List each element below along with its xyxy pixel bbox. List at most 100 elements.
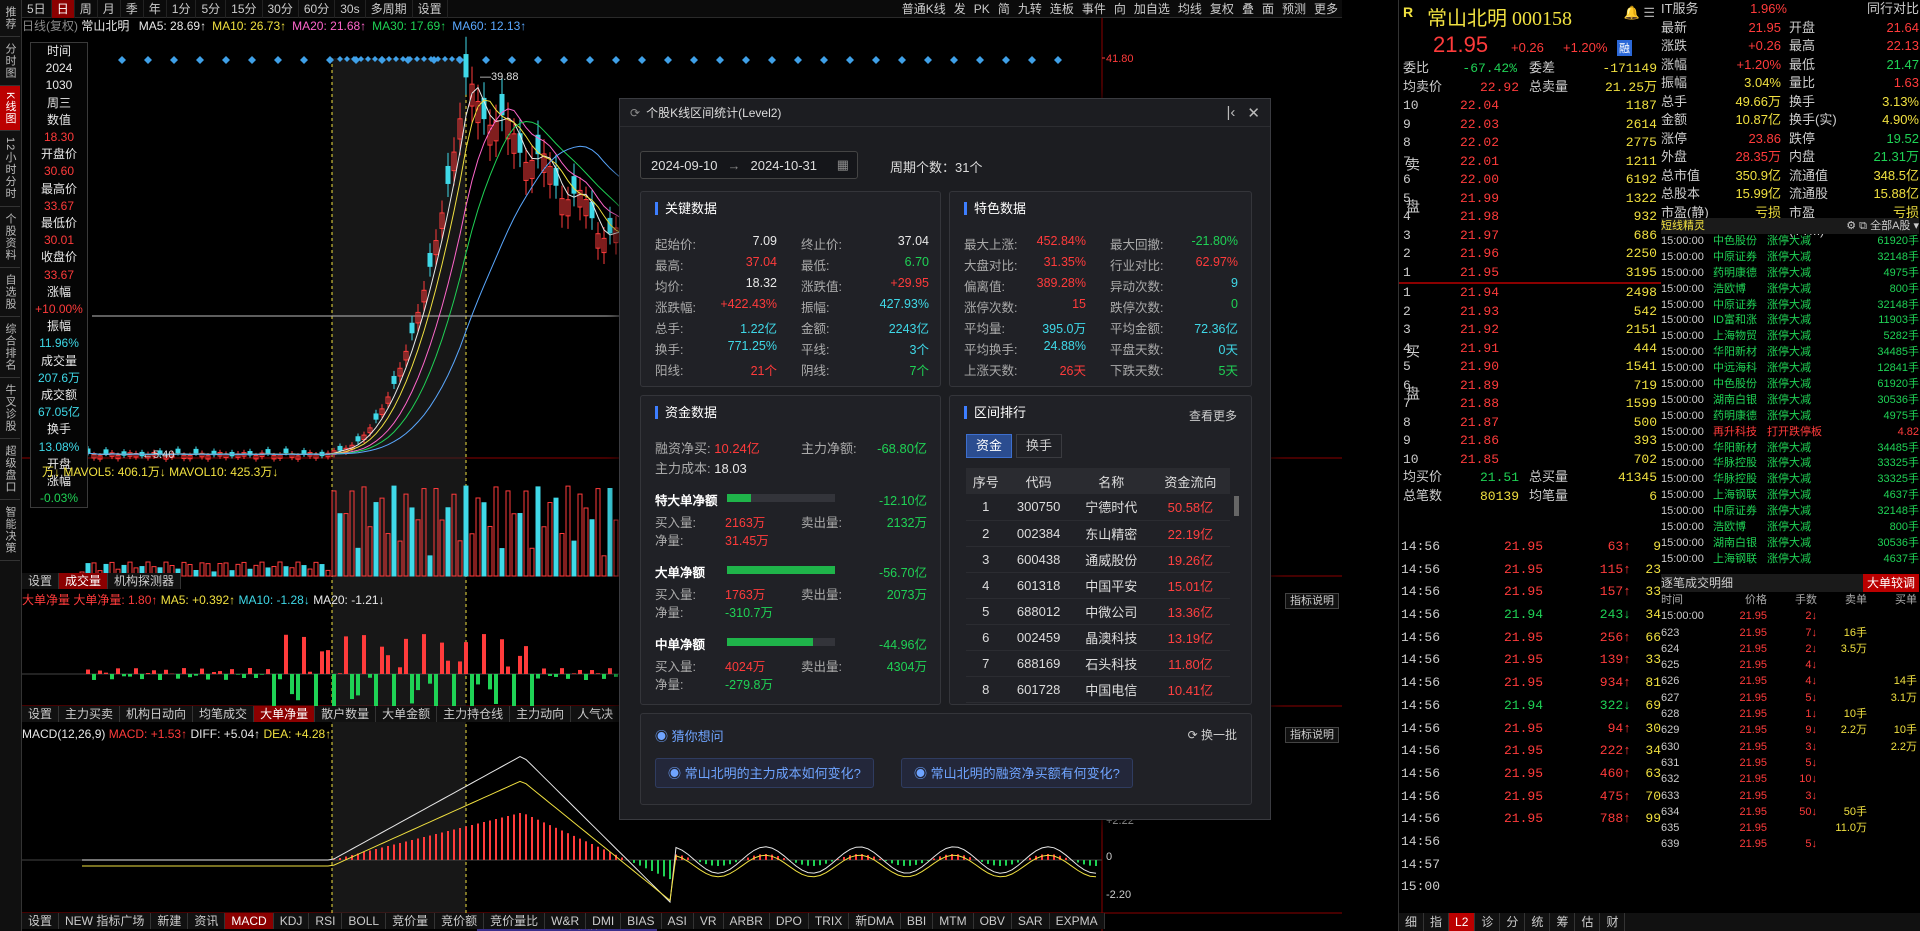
subtab[interactable]: 散户数量 (315, 706, 377, 722)
bottom-tab[interactable]: 财 (1600, 913, 1626, 931)
order-level[interactable]: 8 22.02 2775 (1399, 134, 1661, 153)
event-marker[interactable] (846, 56, 854, 64)
order-level[interactable]: 3 21.92 2151 (1399, 321, 1661, 340)
spirit-row[interactable]: 15:00:00 中原证券 涨停大减 32148手 (1661, 250, 1919, 266)
subtab[interactable]: EXPMA (1049, 913, 1105, 929)
sidebar-tab[interactable]: 自选股 (0, 268, 20, 317)
bottom-tab[interactable]: L2 (1449, 913, 1476, 931)
event-marker[interactable] (222, 56, 230, 64)
subtab[interactable]: 竞价量 (386, 913, 436, 929)
period-tab[interactable]: 30分 (263, 0, 299, 18)
toolbar-item[interactable]: 简 (994, 0, 1014, 18)
ranking-row[interactable]: 8 601728 中国电信 10.41亿 (966, 676, 1230, 703)
ranking-row[interactable]: 2 002384 东山精密 22.19亿 (966, 520, 1230, 547)
bottom-tab[interactable]: 筹 (1550, 913, 1576, 931)
spirit-row[interactable]: 15:00:00 浩欧博 涨停大减 800手 (1661, 282, 1919, 298)
event-marker[interactable] (586, 56, 594, 64)
toolbar-item[interactable]: 连板 (1046, 0, 1078, 18)
toolbar-item[interactable]: 复权 (1206, 0, 1238, 18)
collapse-icon[interactable]: |‹ (1227, 104, 1236, 122)
ranking-more-link[interactable]: 查看更多 (1189, 407, 1237, 424)
ranking-scrollbar[interactable] (1234, 496, 1239, 516)
net-indicator-help-button[interactable]: 指标说明 (1285, 593, 1339, 609)
period-tab[interactable]: 月 (98, 0, 121, 18)
sidebar-tab[interactable]: 个股资料 (0, 207, 20, 268)
order-level[interactable]: 10 22.04 1187 (1399, 97, 1661, 116)
question-button-1[interactable]: ◉ 常山北明的主力成本如何变化? (655, 758, 874, 788)
spirit-row[interactable]: 15:00:00 上海钢联 涨停大减 4637手 (1661, 488, 1919, 504)
event-marker[interactable] (248, 56, 256, 64)
order-level[interactable]: 7 21.88 1599 (1399, 395, 1661, 414)
subtab[interactable]: 设置 (22, 913, 60, 929)
sidebar-tab[interactable]: 智能决策 (0, 500, 20, 561)
bottom-tab[interactable]: 估 (1575, 913, 1601, 931)
spirit-row[interactable]: 15:00:00 药明康德 涨停大减 4975手 (1661, 266, 1919, 282)
bottom-tab[interactable]: 分 (1500, 913, 1526, 931)
spirit-row[interactable]: 15:00:00 中远海科 涨停大减 12841手 (1661, 361, 1919, 377)
ranking-row[interactable]: 7 688169 石头科技 11.80亿 (966, 650, 1230, 677)
subtab[interactable]: 设置 (22, 706, 60, 722)
event-marker[interactable] (534, 56, 542, 64)
period-tab[interactable]: 60分 (299, 0, 336, 18)
bell-icon[interactable]: 🔔 (1624, 5, 1640, 20)
event-marker[interactable] (950, 56, 958, 64)
order-level[interactable]: 6 22.00 6192 (1399, 171, 1661, 190)
macd-indicator-help-button[interactable]: 指标说明 (1285, 727, 1339, 743)
toolbar-item[interactable]: 事件 (1078, 0, 1110, 18)
event-marker[interactable] (872, 56, 880, 64)
period-tab[interactable]: 多周期 (366, 0, 413, 18)
spirit-row[interactable]: 15:00:00 华脉控股 涨停大减 33325手 (1661, 456, 1919, 472)
subtab[interactable]: 机构探测器 (108, 573, 182, 589)
industry-name[interactable]: IT服务 (1661, 0, 1723, 19)
subtab[interactable]: 新建 (151, 913, 189, 929)
toolbar-item[interactable]: 更多 (1310, 0, 1342, 18)
ranking-row[interactable]: 3 600438 通威股份 19.26亿 (966, 546, 1230, 573)
ranking-row[interactable]: 1 300750 宁德时代 50.58亿 (966, 494, 1230, 521)
event-marker[interactable] (196, 56, 204, 64)
order-level[interactable]: 3 21.97 686 (1399, 227, 1661, 246)
order-level[interactable]: 1 21.95 3195 (1399, 264, 1661, 283)
subtab[interactable]: 竞价额 (435, 913, 485, 929)
order-level[interactable]: 8 21.87 500 (1399, 414, 1661, 433)
subtab[interactable]: TRIX (808, 913, 850, 929)
order-level[interactable]: 4 21.91 444 (1399, 340, 1661, 359)
toolbar-item[interactable]: 普通K线 (898, 0, 950, 18)
toolbar-item[interactable]: PK (970, 0, 994, 18)
period-tab[interactable]: 15分 (226, 0, 263, 18)
sidebar-tab[interactable]: 12小时分时 (0, 131, 20, 207)
order-level[interactable]: 7 22.01 1211 (1399, 153, 1661, 172)
order-level[interactable]: 4 21.98 932 (1399, 208, 1661, 227)
event-marker[interactable] (820, 56, 828, 64)
subtab[interactable]: SAR (1011, 913, 1050, 929)
subtab[interactable]: 主力动向 (510, 706, 572, 722)
close-icon[interactable]: ✕ (1247, 104, 1260, 122)
event-marker[interactable] (274, 56, 282, 64)
event-marker[interactable] (1054, 56, 1062, 64)
bottom-tab[interactable]: 诊 (1475, 913, 1501, 931)
ranking-row[interactable]: 5 688012 中微公司 13.36亿 (966, 598, 1230, 625)
sidebar-tab[interactable]: 超级盘口 (0, 439, 20, 500)
order-level[interactable]: 9 22.03 2614 (1399, 116, 1661, 135)
period-tab[interactable]: 季 (121, 0, 144, 18)
subtab[interactable]: 大单金额 (376, 706, 438, 722)
period-tab[interactable]: 年 (144, 0, 167, 18)
settings-icon[interactable]: ⚙ (1846, 220, 1856, 232)
event-marker[interactable] (118, 56, 126, 64)
spirit-row[interactable]: 15:00:00 上海钢联 涨停大减 4637手 (1661, 552, 1919, 568)
spirit-row[interactable]: 15:00:00 中原证券 涨停大减 32148手 (1661, 504, 1919, 520)
subtab[interactable]: DMI (586, 913, 622, 929)
toolbar-item[interactable]: 加自选 (1130, 0, 1174, 18)
event-marker[interactable] (1002, 56, 1010, 64)
event-marker[interactable] (300, 56, 308, 64)
bottom-tab[interactable]: 细 (1399, 913, 1425, 931)
subtab[interactable]: 新DMA (849, 913, 901, 929)
subtab[interactable]: KDJ (273, 913, 310, 929)
spirit-row[interactable]: 15:00:00 浩欧博 涨停大减 800手 (1661, 520, 1919, 536)
subtab[interactable]: 均笔成交 (193, 706, 255, 722)
subtab[interactable]: 竞价量比 (484, 913, 546, 929)
event-marker[interactable] (690, 56, 698, 64)
spirit-row[interactable]: 15:00:00 湖南白银 涨停大减 30536手 (1661, 536, 1919, 552)
event-marker[interactable] (144, 56, 152, 64)
toolbar-item[interactable]: 向 (1110, 0, 1130, 18)
big-order-button[interactable]: 大单较调 (1862, 574, 1919, 592)
